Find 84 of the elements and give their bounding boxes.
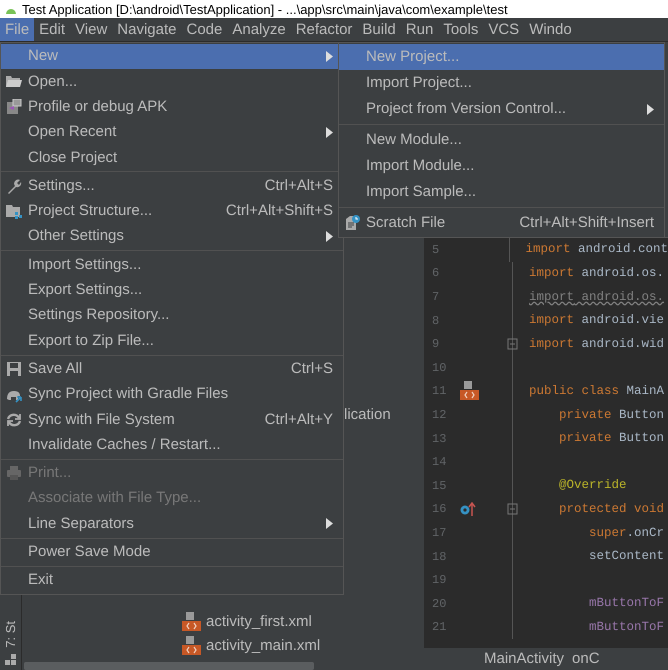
printer-icon [6, 465, 22, 482]
xml-layout-icon [182, 612, 202, 632]
wrench-icon [6, 178, 22, 194]
menu-bar-item[interactable]: Run [400, 18, 438, 41]
menu-bar-item[interactable]: Navigate [112, 18, 182, 41]
xml-layout-icon [182, 636, 202, 656]
window-title: Test Application [D:\android\TestApplication] - ...\app\src\main\java\com\example\test [22, 2, 508, 16]
line-number: 6 [431, 265, 440, 282]
code-token: MainA [626, 382, 664, 400]
menu-item[interactable]: Sync with File System Ctrl+Alt+Y [1, 407, 343, 432]
code-token: import [529, 265, 574, 282]
code-token: protected void [558, 500, 664, 518]
line-number: 17 [431, 524, 448, 542]
fold-marker-icon [507, 503, 518, 516]
menu-bar-item[interactable]: Windo [524, 18, 577, 41]
breadcrumb-item[interactable]: MainActivity [484, 648, 564, 670]
menu-item[interactable]: Import Settings... [1, 252, 343, 278]
line-number: 14 [431, 454, 448, 472]
code-token: .onCr [626, 524, 664, 542]
menu-item[interactable]: Save All Ctrl+S [1, 356, 343, 382]
menu-bar-item[interactable]: Code [181, 18, 228, 41]
line-number: 8 [431, 312, 440, 330]
tool-window-tab[interactable]: 7: St [0, 621, 20, 648]
menu-item[interactable]: Export to Zip File... [1, 328, 343, 354]
code-token: mButtonToF [588, 595, 664, 612]
code-token: Button [618, 406, 664, 424]
code-token: super [588, 524, 627, 542]
line-number: 12 [431, 406, 448, 424]
menu-bar-item[interactable]: Refactor [290, 18, 358, 41]
code-token: public class [529, 382, 620, 400]
line-number: 9 [431, 336, 440, 354]
line-number: 13 [431, 430, 448, 448]
structure-icon [4, 654, 16, 666]
breadcrumb-item[interactable]: onC [572, 648, 600, 670]
folder-grid-icon [6, 203, 22, 220]
line-number: 19 [431, 572, 448, 590]
scratch-file-icon [344, 215, 360, 231]
menu-bar-item[interactable]: Analyze [227, 18, 291, 41]
tree-item[interactable]: activity_main.xml [206, 634, 320, 658]
code-token: android.os. [580, 265, 664, 282]
code-token: android.vie [580, 312, 664, 330]
scrollbar-thumb[interactable] [24, 662, 314, 670]
menu-item[interactable]: Invalidate Caches / Restart... [1, 432, 343, 458]
code-token: android.wid [580, 336, 664, 353]
code-token: setContent [588, 548, 664, 566]
line-number: 11 [431, 383, 448, 400]
line-number: 15 [431, 478, 448, 495]
menu-item[interactable]: Power Save Mode [1, 540, 343, 565]
menu-item[interactable]: Line Separators [1, 511, 343, 537]
code-token: Button [618, 430, 664, 448]
save-icon [6, 361, 22, 378]
folder-icon [6, 74, 22, 90]
menu-bar-item[interactable]: Edit [34, 18, 70, 41]
code-token: android.cont [576, 241, 668, 258]
fold-marker-icon [507, 338, 518, 350]
code-token: import [529, 336, 574, 353]
menu-item[interactable]: Exit [1, 568, 343, 594]
xml-layout-icon [460, 381, 480, 402]
refresh-icon [6, 412, 22, 428]
menu-item[interactable]: Settings Repository... [1, 302, 343, 328]
menu-bar-item[interactable]: Tools [438, 18, 484, 41]
line-number: 10 [431, 360, 448, 377]
code-token: import [529, 312, 574, 330]
code-token: private [558, 406, 612, 424]
tree-item[interactable]: activity_first.xml [206, 611, 312, 634]
menu-item[interactable]: Export Settings... [1, 278, 343, 303]
apk-icon [6, 99, 22, 116]
line-number: 21 [431, 619, 448, 636]
line-number: 16 [431, 501, 448, 518]
code-token: import [525, 241, 570, 258]
code-line: import android.os. [528, 288, 664, 306]
menu-item[interactable]: Sync Project with Gradle Files [1, 382, 343, 408]
code-token: private [558, 430, 612, 448]
line-number: 7 [431, 288, 440, 306]
line-number: 5 [431, 242, 440, 259]
tree-item[interactable]: lication [344, 404, 391, 426]
menu-bar-item[interactable]: VCS [483, 18, 524, 41]
menu-bar-item[interactable]: View [70, 18, 112, 41]
code-token: @Override [558, 477, 627, 494]
menu-bar-item[interactable]: Build [357, 18, 401, 41]
line-number: 18 [431, 548, 448, 566]
line-number: 20 [431, 596, 448, 613]
code-token: mButtonToF [588, 618, 664, 636]
override-icon [460, 502, 476, 516]
